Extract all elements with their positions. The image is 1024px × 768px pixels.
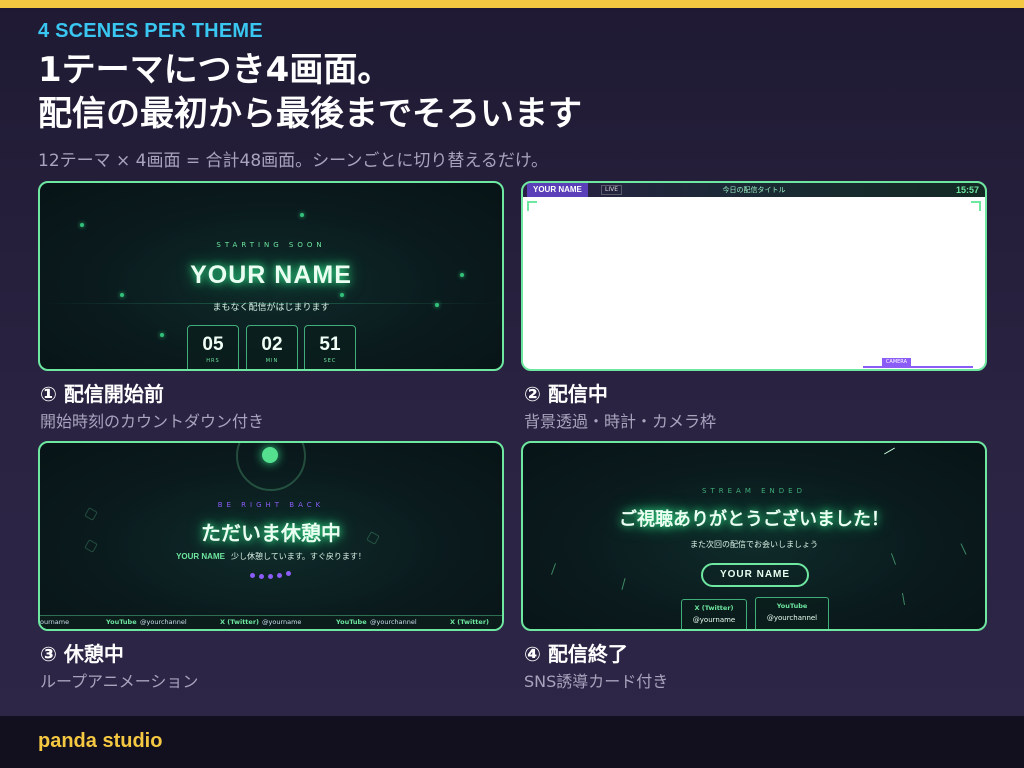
ticker-handle: @yourchannel — [140, 618, 187, 626]
loading-dot — [250, 573, 255, 578]
countdown-hours: 05 HRS — [187, 325, 239, 369]
countdown-unit: MIN — [265, 358, 279, 364]
scene-ended-preview: STREAM ENDED ご視聴ありがとうございました！ また次回の配信でお会い… — [521, 441, 987, 631]
frame-corner — [971, 201, 981, 211]
ticker-label: X (Twitter) — [220, 618, 259, 626]
summary-subline: 12テーマ × 4画面 = 合計48画面。シーンごとに切り替えるだけ。 — [38, 151, 548, 171]
sns-card-youtube: YouTube @yourchannel — [755, 597, 829, 629]
streamer-name: YOUR NAME — [176, 552, 225, 561]
countdown-unit: HRS — [206, 358, 220, 364]
ticker-handle: @yourname — [262, 618, 302, 626]
light-streak — [621, 578, 626, 590]
sns-card-handle: @yourname — [692, 616, 736, 624]
particle — [120, 293, 124, 297]
loading-dot — [277, 573, 282, 578]
headline-line-2: 配信の最初から最後までそろいます — [38, 94, 582, 134]
brb-message-row: YOUR NAME 少し休憩しています。すぐ戻ります！ — [40, 551, 502, 562]
scene-1-description: 開始時刻のカウントダウン付き — [40, 412, 265, 431]
scene-1-title: ① 配信開始前 — [40, 382, 164, 406]
scene-2-title: ② 配信中 — [524, 382, 608, 406]
glow-orb-icon — [262, 447, 278, 463]
top-accent-bar — [0, 0, 1024, 8]
loading-dot — [259, 574, 264, 579]
scene-starting-soon-preview: STARTING SOON YOUR NAME まもなく配信がはじまります 05… — [38, 181, 504, 371]
loading-dot — [268, 574, 273, 579]
loading-dot — [286, 571, 291, 576]
scene-2-description: 背景透過・時計・カメラ枠 — [524, 412, 717, 431]
particle — [80, 223, 84, 227]
clock-display: 15:57 — [955, 185, 979, 195]
sns-card-label: X (Twitter) — [694, 604, 734, 612]
social-ticker: ourname YouTube @yourchannel X (Twitter)… — [40, 615, 502, 629]
sns-card-handle: @yourchannel — [766, 614, 818, 622]
particle — [340, 293, 344, 297]
particle — [160, 333, 164, 337]
eyebrow-heading: 4 SCENES PER THEME — [38, 20, 263, 42]
particle — [300, 213, 304, 217]
countdown-value: 51 — [319, 334, 341, 355]
camera-label: CAMERA — [881, 358, 911, 366]
light-streak — [550, 563, 557, 575]
stream-ended-label: STREAM ENDED — [702, 487, 806, 495]
ticker-handle: @yourchannel — [370, 618, 417, 626]
light-streak — [901, 593, 906, 605]
ticker-label: X (Twitter) — [450, 618, 489, 626]
stream-title: 今日の配信タイトル — [722, 186, 786, 194]
scene-brb-preview: BE RIGHT BACK ただいま休憩中 YOUR NAME 少し休憩しています… — [38, 441, 504, 631]
countdown-minutes: 02 MIN — [246, 325, 298, 369]
frame-corner — [527, 201, 537, 211]
loading-dots — [248, 569, 298, 579]
starting-soon-label: STARTING SOON — [216, 241, 326, 249]
countdown-value: 02 — [261, 334, 283, 355]
sns-card-label: YouTube — [776, 602, 808, 610]
brand-logo-text: panda studio — [38, 730, 163, 752]
brb-message: 少し休憩しています。すぐ戻ります！ — [230, 552, 366, 561]
footer-bar: panda studio — [0, 716, 1024, 768]
scene-4-description: SNS誘導カード付き — [524, 672, 669, 691]
countdown-unit: SEC — [323, 358, 337, 364]
brb-label: BE RIGHT BACK — [217, 501, 325, 509]
camera-frame-line — [863, 366, 973, 368]
scene-3-description: ループアニメーション — [40, 672, 199, 691]
ticker-label: YouTube — [106, 618, 137, 626]
see-you-message: また次回の配信でお会いしましょう — [690, 540, 818, 549]
headline-line-1: 1テーマにつき4画面。 — [38, 50, 392, 90]
countdown-value: 05 — [202, 334, 224, 355]
scene-4-title: ④ 配信終了 — [524, 642, 628, 666]
countdown-seconds: 51 SEC — [304, 325, 356, 369]
scene-3-title: ③ 休憩中 — [40, 642, 124, 666]
ticker-label: YouTube — [336, 618, 367, 626]
light-streak — [890, 553, 897, 565]
main-headline: 1テーマにつき4画面。 配信の最初から最後までそろいます — [38, 48, 582, 136]
scene-live-preview: YOUR NAME LIVE 今日の配信タイトル 15:57 CAMERA — [521, 181, 987, 371]
sns-card-twitter: X (Twitter) @yourname — [681, 599, 747, 629]
streamer-name: YOUR NAME — [190, 261, 352, 289]
streamer-name-pill: YOUR NAME — [701, 563, 809, 587]
live-top-bar: YOUR NAME LIVE 今日の配信タイトル 15:57 — [523, 183, 985, 197]
thanks-heading: ご視聴ありがとうございました！ — [619, 509, 889, 530]
brb-heading: ただいま休憩中 — [201, 521, 341, 545]
starting-message: まもなく配信がはじまります — [212, 303, 330, 313]
ticker-handle: ourname — [40, 618, 70, 626]
light-streak — [884, 447, 895, 455]
